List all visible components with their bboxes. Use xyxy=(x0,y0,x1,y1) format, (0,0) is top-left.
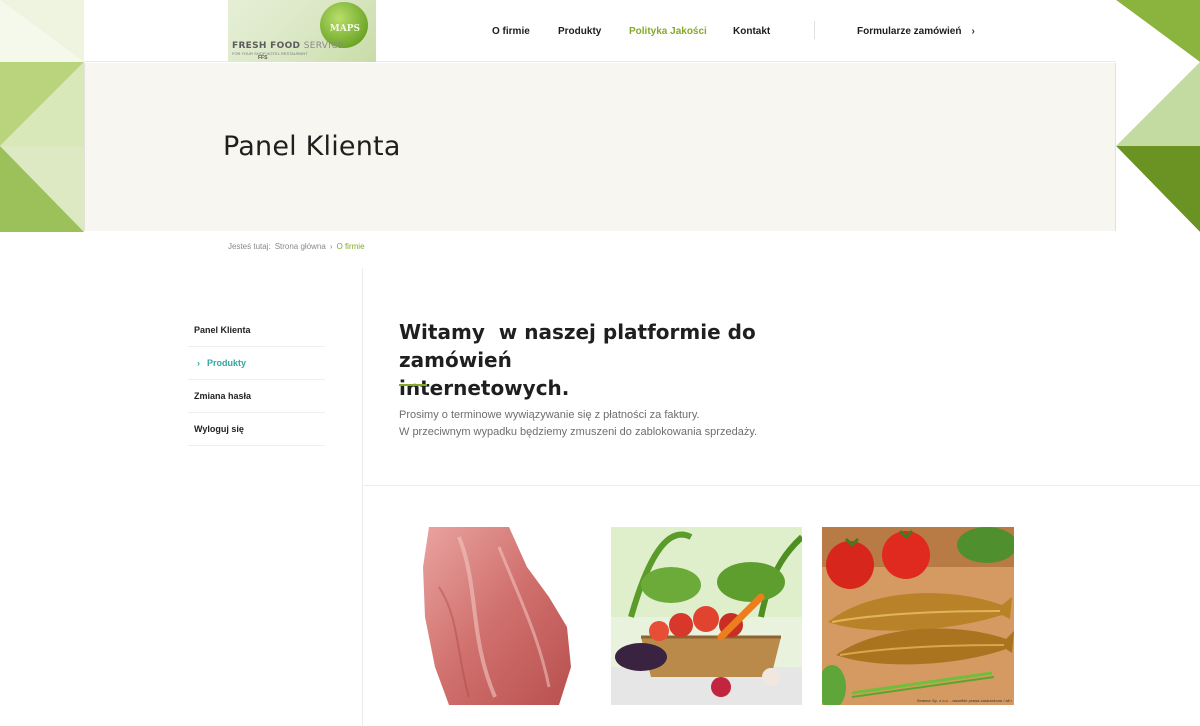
sidebar-item-label: Produkty xyxy=(207,358,247,368)
photo-credit: Seamor Sp. z o.o. - wszelkie prawa zastr… xyxy=(916,698,1012,703)
sidebar-item-wyloguj[interactable]: Wyloguj się xyxy=(188,413,325,446)
payment-notice-line-1: Prosimy o terminowe wywiązywanie się z p… xyxy=(399,409,700,421)
sidebar-menu: Panel Klienta › Produkty Zmiana hasła Wy… xyxy=(188,314,325,446)
sidebar-item-panel-klienta[interactable]: Panel Klienta xyxy=(188,314,325,347)
breadcrumb-home-link[interactable]: Strona główna xyxy=(275,242,326,251)
chevron-right-icon: › xyxy=(971,25,975,37)
logo-brand-main: FRESH FOOD xyxy=(232,41,301,51)
logo-sub: FFS xyxy=(258,55,268,61)
heading-underline xyxy=(399,384,427,386)
sidebar-item-label: Zmiana hasła xyxy=(194,391,252,401)
meat-image xyxy=(423,527,571,705)
breadcrumb-prefix: Jesteś tutaj: xyxy=(228,242,271,251)
breadcrumb: Jesteś tutaj: Strona główna › O firmie xyxy=(228,242,365,251)
nav-o-firmie[interactable]: O firmie xyxy=(492,26,530,37)
breadcrumb-current: O firmie xyxy=(336,242,365,251)
order-forms-label: Formularze zamówień xyxy=(857,25,962,37)
content-divider-horizontal xyxy=(362,485,1200,486)
product-photo-vegetables[interactable] xyxy=(611,527,802,705)
logo-apple-label: MAPS xyxy=(329,24,360,34)
chevron-right-icon: › xyxy=(329,242,333,251)
payment-notice-line-2: W przeciwnym wypadku będziemy zmuszeni d… xyxy=(399,426,758,438)
page-title: Panel Klienta xyxy=(223,131,401,162)
vegetables-image xyxy=(611,527,802,705)
content-divider-vertical xyxy=(362,268,363,726)
nav-kontakt[interactable]: Kontakt xyxy=(733,26,770,37)
smoked-fish-image xyxy=(822,527,1014,705)
nav-produkty[interactable]: Produkty xyxy=(558,26,601,37)
decorative-triangles-right xyxy=(1116,0,1200,232)
sidebar-item-zmiana-hasla[interactable]: Zmiana hasła xyxy=(188,380,325,413)
nav-polityka-jakosci[interactable]: Polityka Jakości xyxy=(629,26,707,37)
logo-brand: FRESH FOOD SERVICE xyxy=(232,41,344,51)
product-photo-smoked-fish[interactable]: Seamor Sp. z o.o. - wszelkie prawa zastr… xyxy=(822,527,1014,705)
product-photo-meat[interactable] xyxy=(399,527,592,705)
decorative-triangles-left xyxy=(0,0,84,232)
chevron-right-icon: › xyxy=(197,358,200,368)
order-forms-link[interactable]: Formularze zamówień › xyxy=(857,0,975,62)
payment-notice: Prosimy o terminowe wywiązywanie się z p… xyxy=(399,407,757,441)
welcome-heading: Witamy w naszej platformie do zamówień i… xyxy=(399,320,756,400)
page-hero: Panel Klienta xyxy=(84,63,1116,231)
site-header: MAPS FRESH FOOD SERVICE FOR YOUR SHOP HO… xyxy=(84,0,1116,62)
logo-brand-second: SERVICE xyxy=(303,41,344,51)
sidebar-item-label: Panel Klienta xyxy=(194,325,251,335)
logo-tagline: FOR YOUR SHOP HOTEL RESTAURANT xyxy=(232,51,308,56)
sidebar-item-label: Wyloguj się xyxy=(194,424,244,434)
nav-divider xyxy=(814,21,815,39)
sidebar-item-produkty[interactable]: › Produkty xyxy=(188,347,325,380)
company-logo[interactable]: MAPS FRESH FOOD SERVICE FOR YOUR SHOP HO… xyxy=(228,0,376,62)
